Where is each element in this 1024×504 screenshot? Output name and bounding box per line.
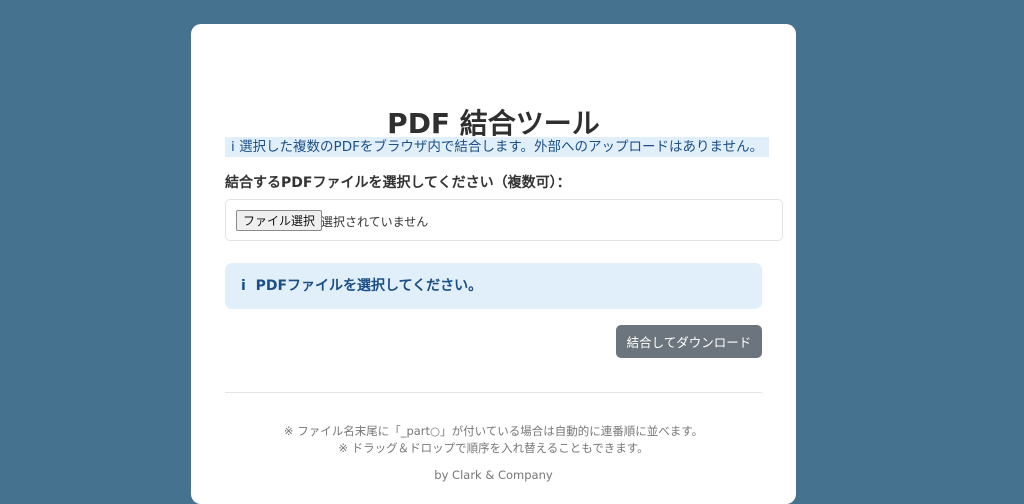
file-input-label: 結合するPDFファイルを選択してください（複数可）： (225, 175, 571, 191)
choose-file-button[interactable]: ファイル選択 (236, 210, 323, 231)
file-input[interactable]: ファイル選択 選択されていません (225, 199, 783, 241)
alert-text: PDFファイルを選択してください。 (255, 278, 483, 294)
divider (225, 392, 762, 393)
page-title: PDF 結合ツール (387, 107, 600, 140)
info-note: i 選択した複数のPDFをブラウザ内で結合します。外部へのアップロードはありませ… (225, 137, 770, 157)
footer-note-1: ※ ファイル名末尾に「_part○」が付いている場合は自動的に連番順に並べます。 (283, 424, 704, 438)
file-status: 選択されていません (321, 215, 429, 229)
footer-note-2: ※ ドラッグ＆ドロップで順序を入れ替えることもできます。 (338, 441, 649, 455)
status-alert: i PDFファイルを選択してください。 (225, 263, 762, 309)
info-icon: i (231, 139, 235, 155)
info-note-text: 選択した複数のPDFをブラウザ内で結合します。外部へのアップロードはありません。 (239, 139, 764, 155)
info-icon: i (241, 278, 246, 294)
credit: by Clark & Company (434, 468, 553, 482)
merge-download-button[interactable]: 結合してダウンロード (616, 325, 762, 358)
main-card: PDF 結合ツール i 選択した複数のPDFをブラウザ内で結合します。外部へのア… (191, 24, 796, 504)
